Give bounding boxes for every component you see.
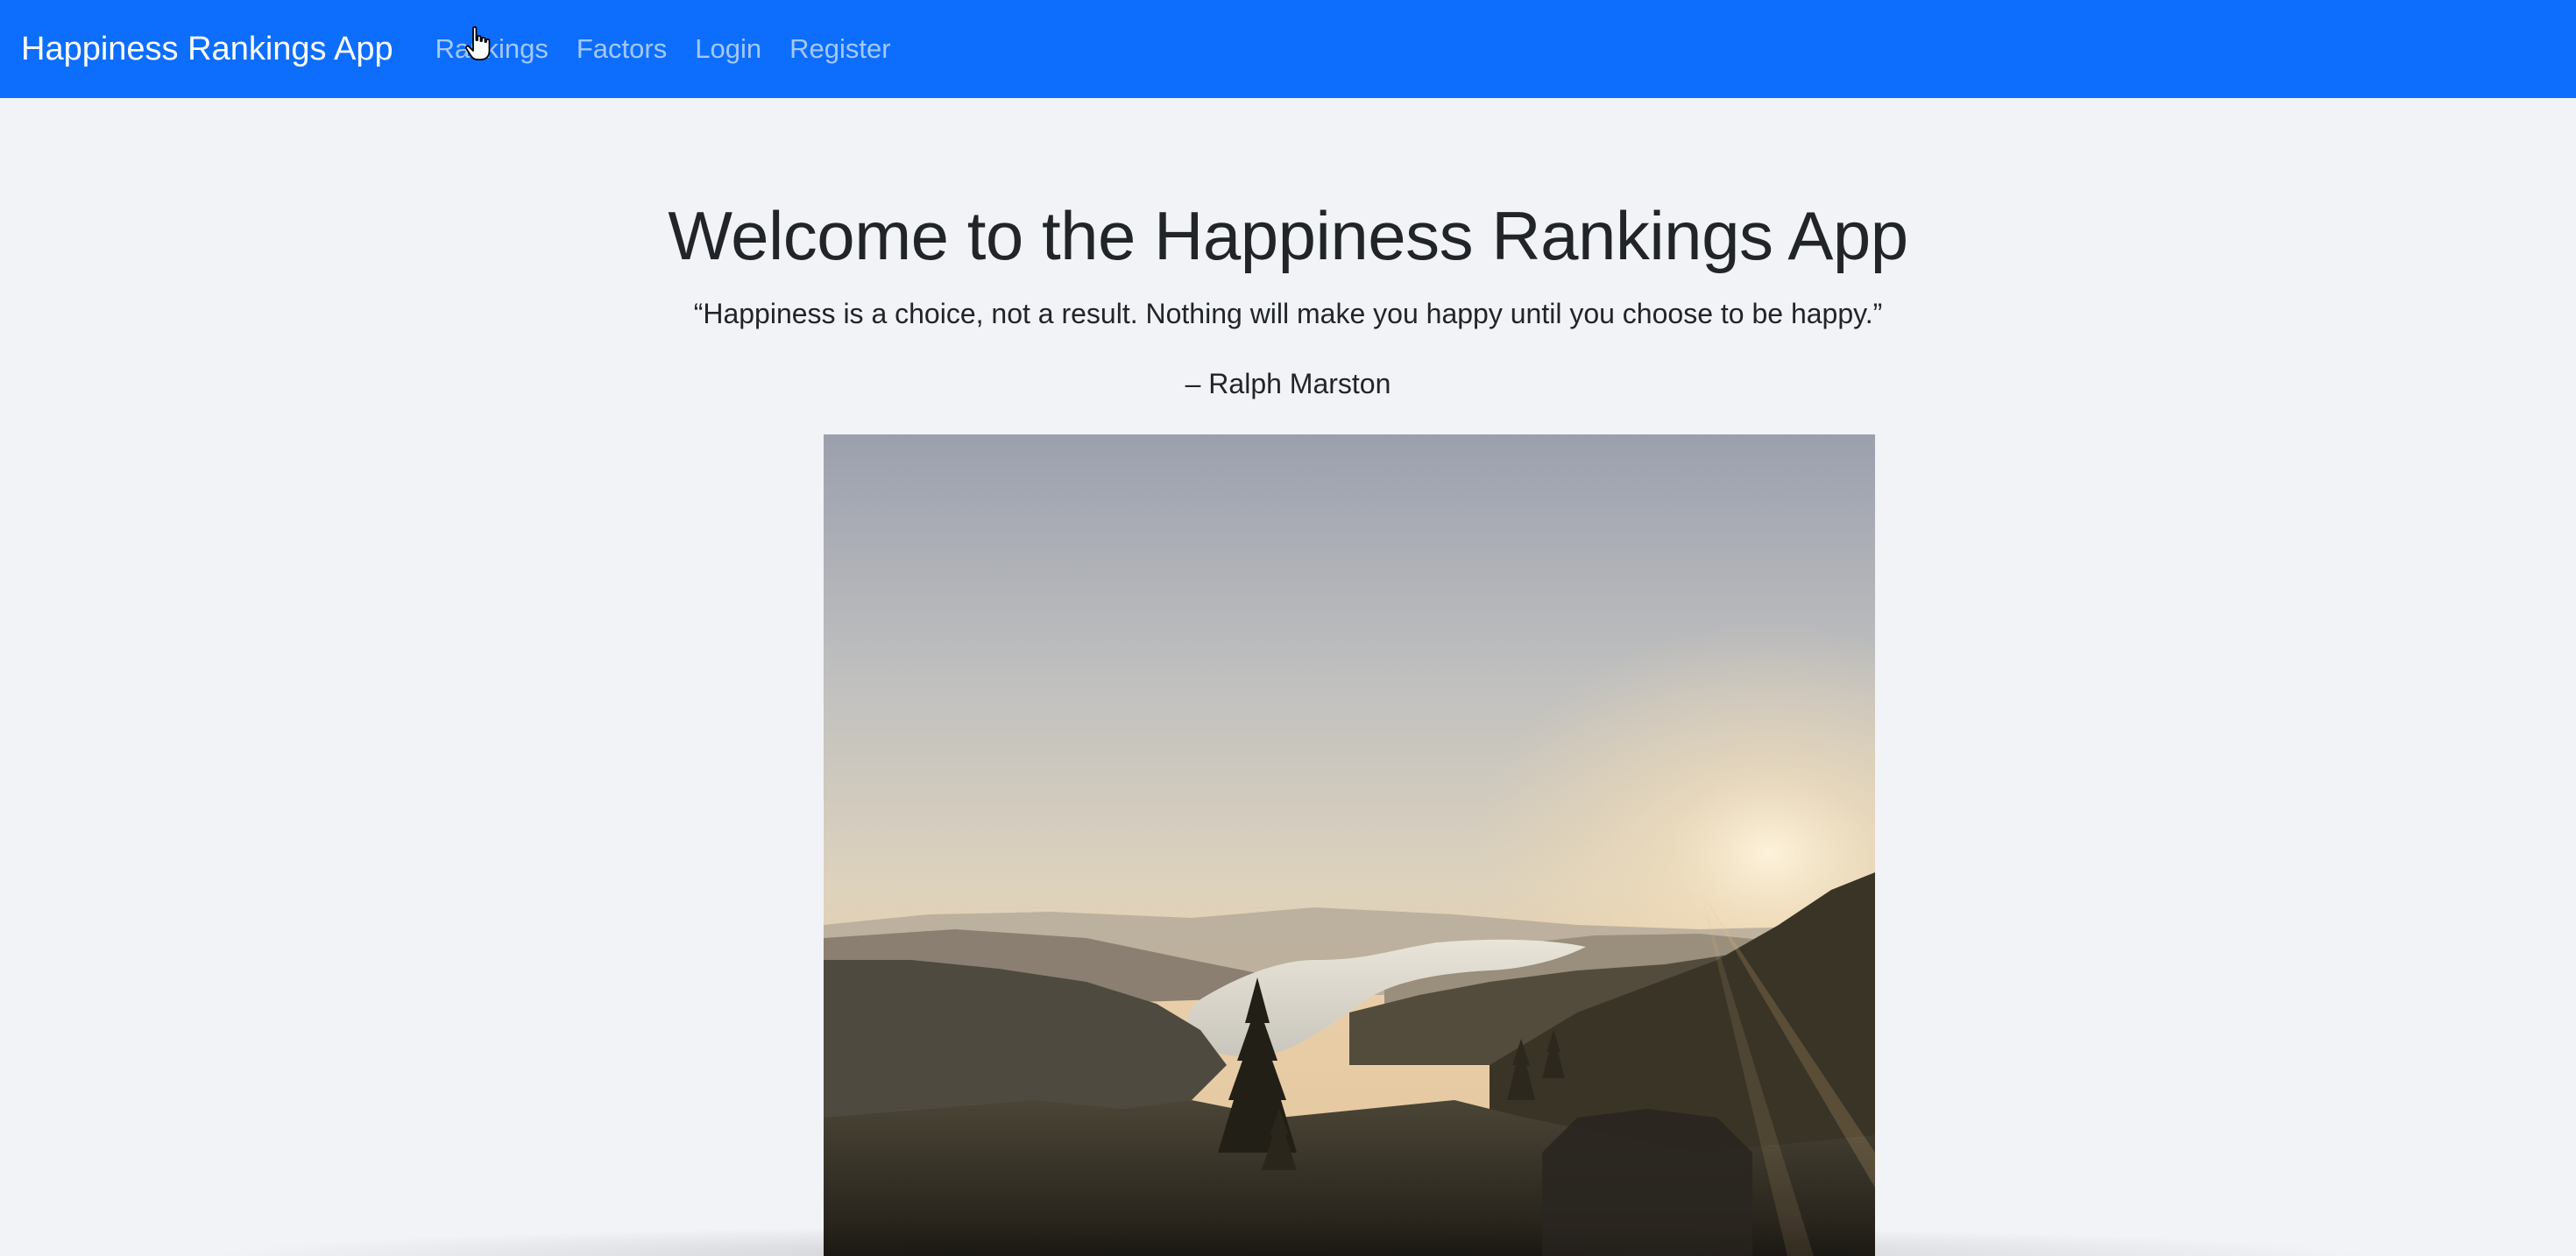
nav-links: Rankings Factors Login Register — [435, 33, 919, 65]
brand-link[interactable]: Happiness Rankings App — [21, 32, 393, 66]
nav-link-login[interactable]: Login — [695, 33, 761, 65]
nav-link-register[interactable]: Register — [789, 33, 890, 65]
navbar: Happiness Rankings App Rankings Factors … — [0, 0, 2576, 98]
quote-author: – Ralph Marston — [1185, 368, 1391, 399]
page-title: Welcome to the Happiness Rankings App — [668, 197, 1908, 274]
nav-link-factors[interactable]: Factors — [577, 33, 667, 65]
quote-text: “Happiness is a choice, not a result. No… — [693, 298, 1883, 329]
main-content: Welcome to the Happiness Rankings App “H… — [0, 98, 2576, 1256]
hero-landscape-image — [824, 434, 1875, 1256]
nav-link-rankings[interactable]: Rankings — [435, 33, 548, 65]
